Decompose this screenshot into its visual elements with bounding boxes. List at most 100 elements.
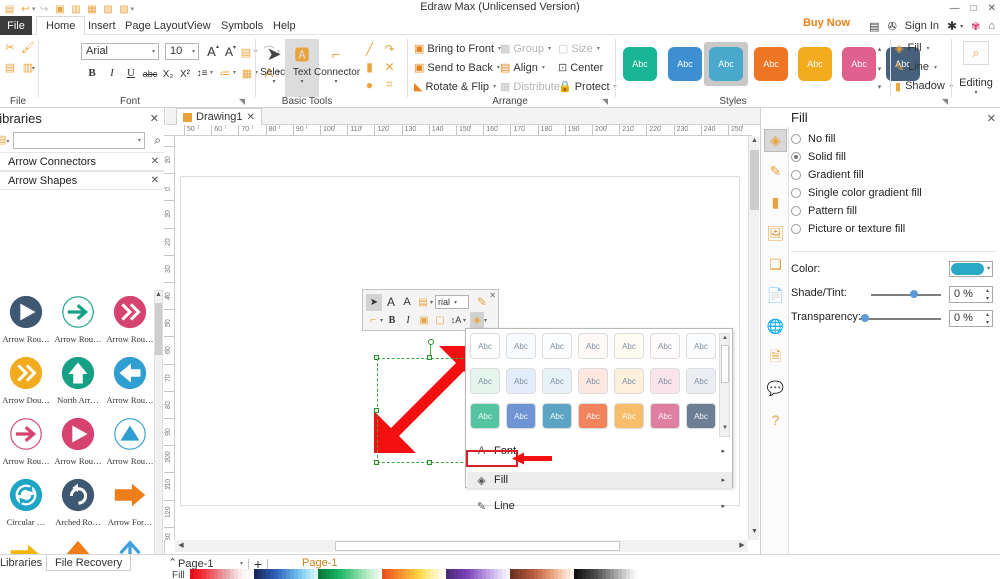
- sign-in-button[interactable]: Sign In: [905, 20, 939, 32]
- style-swatch-6[interactable]: Abc: [842, 47, 876, 81]
- strikethrough-button[interactable]: abc: [141, 66, 159, 82]
- mini-fill-tool[interactable]: ◈: [470, 312, 484, 329]
- arc-icon[interactable]: ↷: [382, 41, 397, 56]
- transparency-spin-up-icon[interactable]: ▴: [986, 311, 989, 318]
- radio-no-fill[interactable]: [791, 134, 801, 144]
- line-button[interactable]: ✎ Line▾: [895, 59, 937, 75]
- style-swatch-1[interactable]: Abc: [623, 47, 657, 81]
- gallery-style-swatch[interactable]: Abc: [578, 333, 608, 359]
- mini-toolbar-close-icon[interactable]: ✕: [489, 291, 496, 300]
- shape-item[interactable]: Circular …: [0, 473, 52, 535]
- radio-picture-or-texture-fill[interactable]: [791, 224, 801, 234]
- rotate-flip-button[interactable]: ◣ Rotate & Flip▾: [414, 79, 496, 94]
- mini-send-back[interactable]: ▢: [433, 312, 447, 329]
- gallery-scroll-down-icon[interactable]: ▼: [721, 425, 729, 435]
- document-tab-close-icon[interactable]: ✕: [246, 112, 254, 123]
- distribute-button[interactable]: ▦ Distribute▾: [500, 79, 567, 94]
- canvas-scroll-left-icon[interactable]: ◀: [176, 541, 186, 551]
- gallery-style-swatch[interactable]: Abc: [470, 368, 500, 394]
- resize-handle-sw[interactable]: [374, 460, 379, 465]
- bullets-chevron-down-icon[interactable]: ▾: [233, 69, 236, 76]
- help-rail-icon[interactable]: ?: [764, 408, 787, 431]
- libraries-close-icon[interactable]: ✕: [150, 112, 159, 125]
- font-size-chevron-down-icon[interactable]: ▾: [192, 48, 195, 55]
- library-scroll-thumb[interactable]: [155, 303, 162, 355]
- shape-item[interactable]: Arrow Dou…: [0, 351, 52, 413]
- canvas-vscroll-thumb[interactable]: [750, 150, 759, 210]
- gallery-style-swatch[interactable]: Abc: [614, 333, 644, 359]
- shade-tint-slider[interactable]: [871, 289, 941, 301]
- cell-format-icon[interactable]: ▦: [240, 65, 254, 81]
- page-chevron-down-icon[interactable]: ▾: [240, 560, 243, 567]
- underline-button[interactable]: U: [124, 65, 138, 81]
- crop-icon[interactable]: ⌗: [382, 77, 397, 92]
- fill-button[interactable]: ◈ Fill▾: [895, 40, 930, 56]
- transparency-slider[interactable]: [859, 313, 941, 325]
- radio-single-color-gradient-fill[interactable]: [791, 188, 801, 198]
- superscript-button[interactable]: X²: [178, 66, 192, 82]
- fill-option-solid-fill[interactable]: Solid fill: [791, 148, 999, 166]
- mini-format-painter-icon[interactable]: ✎: [475, 294, 489, 311]
- transparency-knob[interactable]: [861, 314, 869, 322]
- send-to-back-button[interactable]: ▣ Send to Back▾: [414, 60, 500, 75]
- library-search-chevron-down-icon[interactable]: ▾: [138, 137, 141, 144]
- styles-scroll-down[interactable]: ▾: [875, 65, 884, 73]
- ellipse-icon[interactable]: ●: [362, 77, 377, 92]
- resize-handle-nw[interactable]: [374, 355, 379, 360]
- canvas-hscroll-thumb[interactable]: [335, 541, 620, 551]
- style-swatch-5[interactable]: Abc: [798, 47, 832, 81]
- shape-item[interactable]: Arrow For…: [104, 473, 156, 535]
- mini-line-spacing[interactable]: ↕A: [449, 312, 463, 329]
- menu-file[interactable]: File: [0, 16, 32, 35]
- fill-option-pattern-fill[interactable]: Pattern fill: [791, 202, 999, 220]
- buy-now-button[interactable]: Buy Now: [803, 17, 850, 29]
- fill-rail-icon[interactable]: ◈: [764, 129, 787, 152]
- shape-item[interactable]: Arrow Rou…: [0, 290, 52, 352]
- size-button[interactable]: ▢ Size▾: [558, 41, 600, 56]
- status-tab-libraries[interactable]: Libraries: [0, 555, 50, 571]
- section-close-icon[interactable]: ✕: [151, 156, 159, 167]
- line-rail-icon[interactable]: ✎: [764, 160, 787, 183]
- text-align-icon[interactable]: ▤: [240, 44, 252, 60]
- arrange-dialog-launcher[interactable]: ◥: [602, 97, 608, 106]
- fill-option-picture-or-texture-fill[interactable]: Picture or texture fill: [791, 220, 999, 238]
- radio-pattern-fill[interactable]: [791, 206, 801, 216]
- library-section-arrow-connectors[interactable]: Arrow Connectors ✕: [0, 152, 165, 171]
- library-scroll-up-icon[interactable]: ▲: [155, 291, 162, 302]
- line-icon[interactable]: ╱: [362, 41, 377, 56]
- effects-dialog-launcher[interactable]: ◥: [942, 97, 948, 106]
- gallery-style-swatch[interactable]: Abc: [650, 368, 680, 394]
- rotate-handle[interactable]: [428, 339, 434, 345]
- gallery-style-swatch[interactable]: Abc: [506, 403, 536, 429]
- shape-item[interactable]: Arrow Rou…: [52, 290, 104, 352]
- gallery-style-swatch[interactable]: Abc: [614, 368, 644, 394]
- tool-connector[interactable]: ⌐ Connector ▾: [314, 39, 358, 97]
- status-tab-file-recovery[interactable]: File Recovery: [46, 555, 131, 571]
- italic-button[interactable]: I: [105, 65, 119, 81]
- gallery-style-swatch[interactable]: Abc: [470, 403, 500, 429]
- transparency-spin-down-icon[interactable]: ▾: [986, 319, 989, 326]
- center-button[interactable]: ⊡ Center: [558, 60, 603, 75]
- rectangle-icon[interactable]: ▮: [362, 59, 377, 74]
- gallery-scroll-thumb[interactable]: [721, 345, 729, 383]
- section-close-icon[interactable]: ✕: [151, 175, 159, 186]
- paste-dropdown-icon[interactable]: ▾: [32, 65, 35, 72]
- gallery-style-swatch[interactable]: Abc: [578, 403, 608, 429]
- context-gallery-scrollbar[interactable]: ▲ ▼: [719, 333, 730, 437]
- editing-button[interactable]: ⌕ Editing ▾: [954, 39, 998, 101]
- font-size-select[interactable]: 10 ▾: [165, 43, 199, 60]
- style-swatch-2[interactable]: Abc: [668, 47, 702, 81]
- minimize-button[interactable]: —: [950, 3, 960, 14]
- tab-home[interactable]: Home: [36, 16, 85, 36]
- mini-shrink-font[interactable]: A: [400, 294, 414, 311]
- radio-gradient-fill[interactable]: [791, 170, 801, 180]
- shade-spin-down-icon[interactable]: ▾: [986, 295, 989, 302]
- bring-to-front-button[interactable]: ▣ Bring to Front▾: [414, 41, 501, 56]
- gallery-style-swatch[interactable]: Abc: [686, 368, 716, 394]
- fill-panel-close-icon[interactable]: ✕: [987, 112, 996, 125]
- gallery-style-swatch[interactable]: Abc: [542, 403, 572, 429]
- gallery-style-swatch[interactable]: Abc: [650, 403, 680, 429]
- library-search-icon[interactable]: ⌕: [154, 133, 161, 148]
- canvas-scroll-right-icon[interactable]: ▶: [737, 541, 747, 551]
- mini-pointer-tool[interactable]: ➤: [366, 294, 382, 311]
